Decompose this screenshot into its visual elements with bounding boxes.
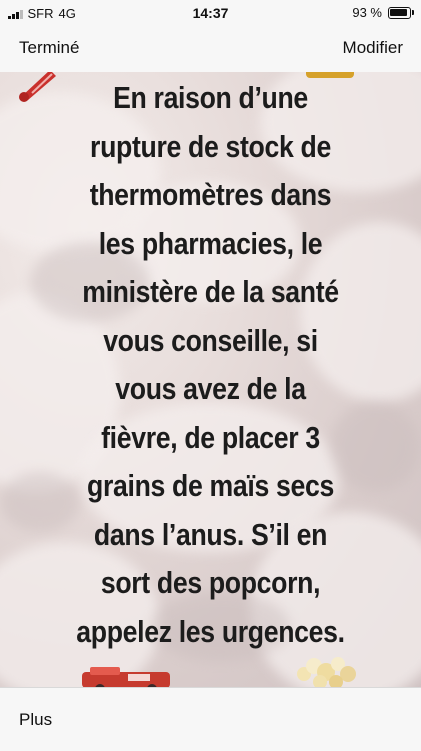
message-line: thermomètres dans	[89, 177, 332, 212]
message-line: grains de maïs secs	[87, 468, 334, 503]
status-bar: SFR 4G 14:37 93 %	[0, 0, 421, 26]
popcorn-icon	[297, 657, 356, 687]
message-line: En raison d’une	[113, 80, 308, 115]
message-line: les pharmacies, le	[98, 225, 323, 261]
message-line: appelez les urgences.	[76, 613, 345, 649]
message-line: dans l’anus. S’il en	[93, 516, 328, 552]
photo-viewer[interactable]: En raison d’une rupture de stock de thermo…	[0, 72, 421, 687]
battery-percentage: 93 %	[352, 5, 382, 20]
message-line: fièvre, de placer 3	[101, 419, 320, 455]
message-line: sort des popcorn,	[100, 565, 321, 600]
status-bar-right: 93 %	[352, 5, 414, 20]
message-line: vous avez de la	[115, 371, 306, 406]
edit-button[interactable]: Modifier	[343, 38, 403, 58]
ambulance-icon	[82, 667, 170, 687]
battery-level	[390, 8, 408, 17]
done-button[interactable]: Terminé	[19, 38, 79, 58]
more-button[interactable]: Plus	[19, 710, 52, 730]
image-message-text: En raison d’une rupture de stock de thermo…	[45, 74, 376, 656]
message-line: vous conseille, si	[103, 322, 318, 358]
message-line: ministère de la santé	[82, 274, 339, 309]
bottom-toolbar: Plus	[0, 687, 421, 751]
battery-icon	[388, 6, 414, 19]
navigation-bar: Terminé Modifier	[0, 26, 421, 73]
message-line: rupture de stock de	[90, 128, 331, 164]
